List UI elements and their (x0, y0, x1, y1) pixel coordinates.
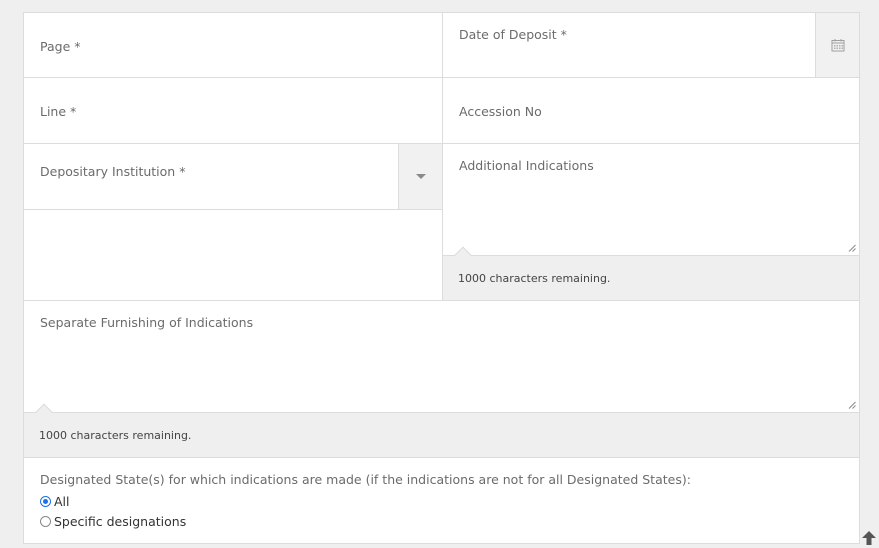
separate-furnishing-label: Separate Furnishing of Indications (40, 315, 254, 330)
accession-no-label: Accession No (459, 104, 542, 119)
page-field[interactable]: Page * (23, 12, 443, 78)
radio-all[interactable] (40, 496, 51, 507)
radio-option-specific[interactable]: Specific designations (40, 514, 186, 529)
radio-specific-label: Specific designations (54, 514, 187, 529)
additional-indications-textarea[interactable]: Additional Indications (442, 143, 860, 256)
resize-handle-icon[interactable] (848, 244, 856, 252)
page-label: Page * (40, 39, 81, 54)
deposit-form: Page * Date of Deposit * Line * Accessio… (23, 12, 860, 544)
char-count-text: 1000 characters remaining. (39, 428, 192, 442)
accession-no-field[interactable]: Accession No (442, 77, 860, 144)
calendar-button[interactable] (815, 13, 859, 77)
date-of-deposit-field[interactable]: Date of Deposit * (442, 12, 860, 78)
depositary-institution-select[interactable]: Depositary Institution * (23, 143, 443, 210)
radio-specific[interactable] (40, 516, 51, 527)
depositary-institution-label: Depositary Institution * (40, 164, 186, 179)
designated-states-label: Designated State(s) for which indication… (40, 472, 691, 487)
dropdown-arrow-icon (415, 173, 426, 179)
scroll-to-top-icon[interactable] (861, 530, 877, 546)
separate-furnishing-counter: 1000 characters remaining. (23, 403, 860, 458)
radio-all-label: All (54, 494, 70, 509)
date-of-deposit-label: Date of Deposit * (459, 27, 567, 42)
additional-indications-counter: 1000 characters remaining. (442, 246, 860, 301)
separate-furnishing-textarea[interactable]: Separate Furnishing of Indications (23, 300, 860, 413)
resize-handle-icon[interactable] (848, 401, 856, 409)
radio-option-all[interactable]: All (40, 494, 70, 509)
line-field[interactable]: Line * (23, 77, 443, 144)
designated-states-group: Designated State(s) for which indication… (23, 457, 860, 544)
char-count-text: 1000 characters remaining. (458, 271, 611, 285)
additional-indications-label: Additional Indications (459, 158, 594, 173)
empty-cell (23, 209, 443, 301)
calendar-icon (831, 39, 844, 52)
line-label: Line * (40, 104, 77, 119)
dropdown-toggle[interactable] (398, 144, 442, 209)
